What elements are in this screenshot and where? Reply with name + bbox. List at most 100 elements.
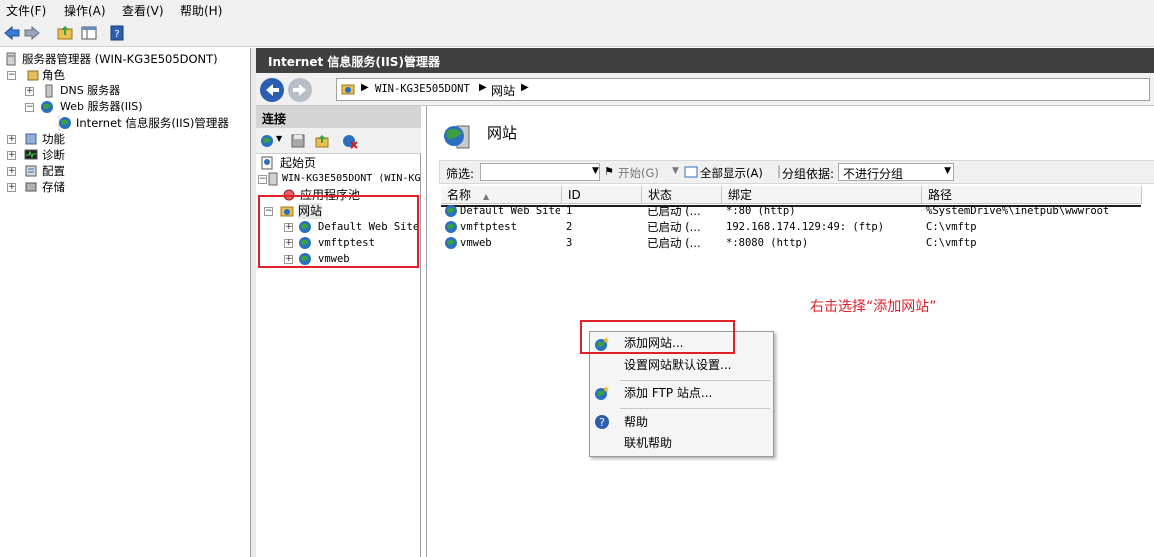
- expand-icon[interactable]: +: [7, 167, 16, 176]
- annotation-text: 右击选择“添加网站”: [810, 299, 937, 315]
- column-status[interactable]: 状态: [642, 186, 722, 204]
- start-filter-icon: ⚑: [604, 165, 614, 178]
- server-icon: [6, 52, 16, 66]
- menu-file[interactable]: 文件(F): [6, 2, 46, 19]
- nav-back-icon[interactable]: [260, 78, 284, 102]
- menu-help[interactable]: 帮助(H): [180, 2, 222, 19]
- connections-toolbar: ▼: [256, 128, 421, 154]
- globe-icon: [445, 221, 457, 233]
- menu-default-settings[interactable]: 设置网站默认设置...: [624, 356, 731, 374]
- expand-icon[interactable]: +: [7, 183, 16, 192]
- dropdown-arrow-icon[interactable]: ▼: [276, 134, 282, 143]
- group-by-select[interactable]: 不进行分组 ▼: [838, 163, 954, 181]
- sort-ascending-icon: ▲: [483, 192, 490, 201]
- expand-icon[interactable]: +: [7, 135, 16, 144]
- column-name[interactable]: 名称 ▲: [441, 186, 562, 204]
- breadcrumb-folder-icon: [341, 84, 355, 95]
- breadcrumb-sep-icon: ▶: [521, 82, 529, 93]
- show-all-button[interactable]: 全部显示(A): [700, 165, 763, 181]
- tree-iis-label: Internet 信息服务(IIS)管理器: [76, 116, 229, 130]
- tree-diagnostics-label: 诊断: [42, 148, 65, 162]
- filter-label: 筛选:: [446, 167, 475, 181]
- disconnect-icon[interactable]: [342, 133, 358, 149]
- collapse-icon[interactable]: −: [7, 71, 16, 80]
- cell-id: 1: [566, 205, 573, 217]
- tree-web-label: Web 服务器(IIS): [60, 100, 143, 113]
- add-ftp-icon: [595, 386, 609, 400]
- breadcrumb-server[interactable]: WIN-KG3E505DONT: [375, 83, 470, 95]
- cell-name: vmweb: [460, 237, 492, 249]
- page-title: 网站: [487, 124, 518, 142]
- cell-path: C:\vmftp: [926, 221, 977, 233]
- up-folder-icon[interactable]: [56, 24, 74, 42]
- iis-header-bar: Internet 信息服务(IIS)管理器: [256, 48, 1154, 73]
- tree-dns-label: DNS 服务器: [60, 84, 121, 97]
- start-page-icon: [261, 156, 273, 170]
- breadcrumb-sep-icon: ▶: [361, 82, 369, 93]
- conn-server-label: WIN-KG3E505DONT (WIN-KG: [282, 173, 421, 184]
- menu-online-help[interactable]: 联机帮助: [624, 434, 672, 452]
- menu-view[interactable]: 查看(V): [122, 2, 164, 19]
- server-manager-tree: 服务器管理器 (WIN-KG3E505DONT) − 角色 + DNS 服务器 …: [0, 48, 251, 557]
- config-icon: [25, 165, 37, 177]
- cell-binding: *:80 (http): [726, 205, 796, 217]
- column-name-label: 名称: [447, 188, 472, 202]
- menu-add-ftp[interactable]: 添加 FTP 站点...: [624, 384, 712, 402]
- show-all-icon: [684, 166, 698, 178]
- diagnostics-icon: [24, 149, 38, 160]
- column-id[interactable]: ID: [562, 186, 642, 204]
- cell-status: 已启动 (...: [647, 204, 701, 218]
- cell-path: C:\vmftp: [926, 237, 977, 249]
- highlight-sites-box: [258, 195, 419, 268]
- cell-status: 已启动 (...: [647, 236, 701, 250]
- chevron-down-icon: ▼: [944, 166, 951, 176]
- connections-title: 连接: [256, 106, 421, 128]
- tree-roles-label: 角色: [42, 68, 65, 82]
- nav-forward-icon[interactable]: [288, 78, 312, 102]
- up-folder-icon[interactable]: [314, 133, 330, 149]
- cell-binding: *:8080 (http): [726, 237, 809, 249]
- server-icon: [268, 172, 278, 186]
- start-filter-button[interactable]: 开始(G): [618, 165, 659, 181]
- connections-pane: 连接 ▼ 起始页 − WIN-KG3E505DONT (WIN-KG 应用程序池…: [256, 106, 421, 557]
- highlight-add-site-box: [580, 320, 735, 354]
- group-by-label: 分组依据:: [782, 167, 835, 181]
- menu-action[interactable]: 操作(A): [64, 2, 106, 19]
- save-icon[interactable]: [290, 133, 306, 149]
- collapse-icon[interactable]: −: [25, 103, 34, 112]
- forward-arrow-icon[interactable]: [23, 24, 41, 42]
- cell-binding: 192.168.174.129:49: (ftp): [726, 221, 885, 233]
- expand-icon[interactable]: +: [7, 151, 16, 160]
- storage-icon: [25, 182, 37, 192]
- roles-icon: [27, 70, 39, 81]
- menu-separator: [620, 408, 770, 409]
- globe-icon: [445, 205, 457, 217]
- expand-icon[interactable]: +: [25, 87, 34, 96]
- tree-config-label: 配置: [42, 164, 65, 178]
- cell-name: Default Web Site: [460, 205, 560, 217]
- menu-separator: [620, 380, 770, 381]
- tree-iis-manager[interactable]: Internet 信息服务(IIS)管理器: [58, 115, 229, 131]
- navigation-bar: ▶ WIN-KG3E505DONT ▶ 网站 ▶: [256, 73, 1154, 106]
- tree-root-label: 服务器管理器 (WIN-KG3E505DONT): [22, 52, 218, 66]
- cell-path: %SystemDrive%\inetpub\wwwroot: [926, 205, 1110, 217]
- group-by-value: 不进行分组: [843, 167, 904, 181]
- iis-manager-icon: [59, 117, 71, 129]
- menu-bar: 文件(F) 操作(A) 查看(V) 帮助(H): [0, 0, 1154, 20]
- show-hide-tree-icon[interactable]: [80, 24, 98, 42]
- filter-dropdown-icon[interactable]: ▼: [592, 166, 599, 176]
- back-arrow-icon[interactable]: [3, 24, 21, 42]
- column-path[interactable]: 路径: [922, 186, 1142, 204]
- connect-globe-icon[interactable]: [260, 133, 276, 149]
- tree-storage-label: 存储: [42, 180, 65, 194]
- filter-input[interactable]: [480, 163, 600, 181]
- cell-id: 3: [566, 237, 573, 249]
- main-toolbar: ?: [0, 20, 1154, 47]
- menu-help[interactable]: 帮助: [624, 413, 648, 431]
- help-book-icon[interactable]: ?: [108, 24, 126, 42]
- breadcrumb-sites[interactable]: 网站: [491, 82, 515, 99]
- cell-status: 已启动 (...: [647, 220, 701, 234]
- breadcrumb: ▶ WIN-KG3E505DONT ▶ 网站 ▶: [336, 78, 1150, 101]
- start-dropdown-icon[interactable]: ▼: [672, 166, 679, 176]
- column-binding[interactable]: 绑定: [722, 186, 922, 204]
